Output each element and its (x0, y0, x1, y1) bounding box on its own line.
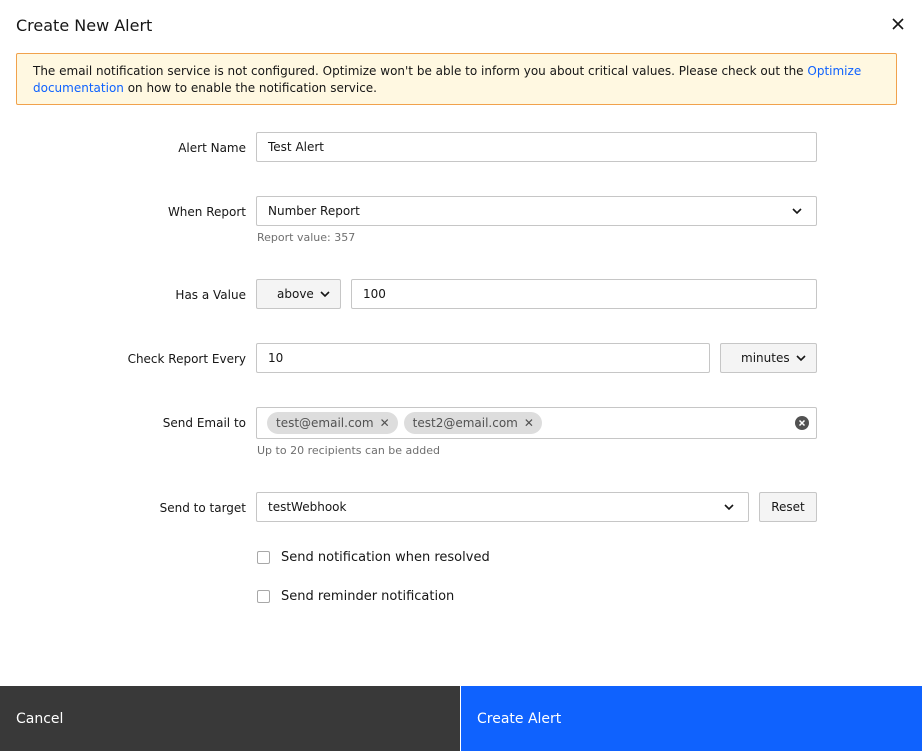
email-warning-notification: The email notification service is not co… (16, 53, 897, 105)
warning-text-after: on how to enable the notification servic… (123, 81, 377, 95)
remove-recipient-icon[interactable]: ✕ (524, 416, 534, 430)
close-icon (892, 18, 904, 30)
webhook-target-select[interactable]: testWebhook (256, 492, 749, 522)
check-every-label: Check Report Every (127, 352, 246, 366)
cancel-button[interactable]: Cancel (0, 686, 460, 751)
operator-select[interactable]: above (256, 279, 341, 309)
chevron-down-icon (796, 355, 806, 362)
chevron-down-icon (724, 504, 734, 511)
reminder-notification-option[interactable]: Send reminder notification (257, 589, 454, 604)
create-alert-button[interactable]: Create Alert (461, 686, 922, 751)
recipient-tag: test@email.com ✕ (267, 412, 398, 434)
resolved-notification-option[interactable]: Send notification when resolved (257, 550, 490, 565)
operator-select-value: above (277, 287, 314, 301)
alert-name-input[interactable]: Test Alert (256, 132, 817, 162)
reset-target-button[interactable]: Reset (759, 492, 817, 522)
interval-unit-select[interactable]: minutes (720, 343, 817, 373)
alert-name-label: Alert Name (178, 141, 246, 155)
email-recipients-input[interactable]: test@email.com ✕ test2@email.com ✕ (256, 407, 817, 439)
close-button[interactable] (888, 14, 908, 34)
send-target-label: Send to target (159, 501, 246, 515)
threshold-value: 100 (363, 287, 386, 301)
webhook-target-value: testWebhook (268, 500, 347, 514)
interval-input[interactable]: 10 (256, 343, 710, 373)
interval-unit-value: minutes (741, 351, 790, 365)
send-email-label: Send Email to (162, 416, 246, 430)
recipient-tag-label: test@email.com (276, 416, 374, 430)
report-value-helper: Report value: 357 (257, 231, 356, 244)
reminder-notification-checkbox[interactable] (257, 590, 270, 603)
warning-text-before: The email notification service is not co… (33, 64, 808, 78)
clear-all-icon[interactable] (795, 416, 809, 430)
report-select[interactable]: Number Report (256, 196, 817, 226)
chevron-down-icon (320, 291, 330, 298)
when-report-label: When Report (167, 205, 246, 219)
threshold-input[interactable]: 100 (351, 279, 817, 309)
alert-name-value: Test Alert (268, 140, 325, 154)
chevron-down-icon (792, 208, 802, 215)
recipient-tag: test2@email.com ✕ (403, 412, 542, 434)
has-value-label: Has a Value (175, 288, 246, 302)
resolved-notification-label: Send notification when resolved (281, 550, 490, 565)
recipients-helper: Up to 20 recipients can be added (257, 444, 440, 457)
resolved-notification-checkbox[interactable] (257, 551, 270, 564)
recipient-tag-label: test2@email.com (412, 416, 518, 430)
reminder-notification-label: Send reminder notification (281, 589, 455, 604)
report-select-value: Number Report (268, 204, 360, 218)
interval-value: 10 (268, 351, 284, 365)
remove-recipient-icon[interactable]: ✕ (380, 416, 390, 430)
modal-title: Create New Alert (16, 16, 153, 35)
